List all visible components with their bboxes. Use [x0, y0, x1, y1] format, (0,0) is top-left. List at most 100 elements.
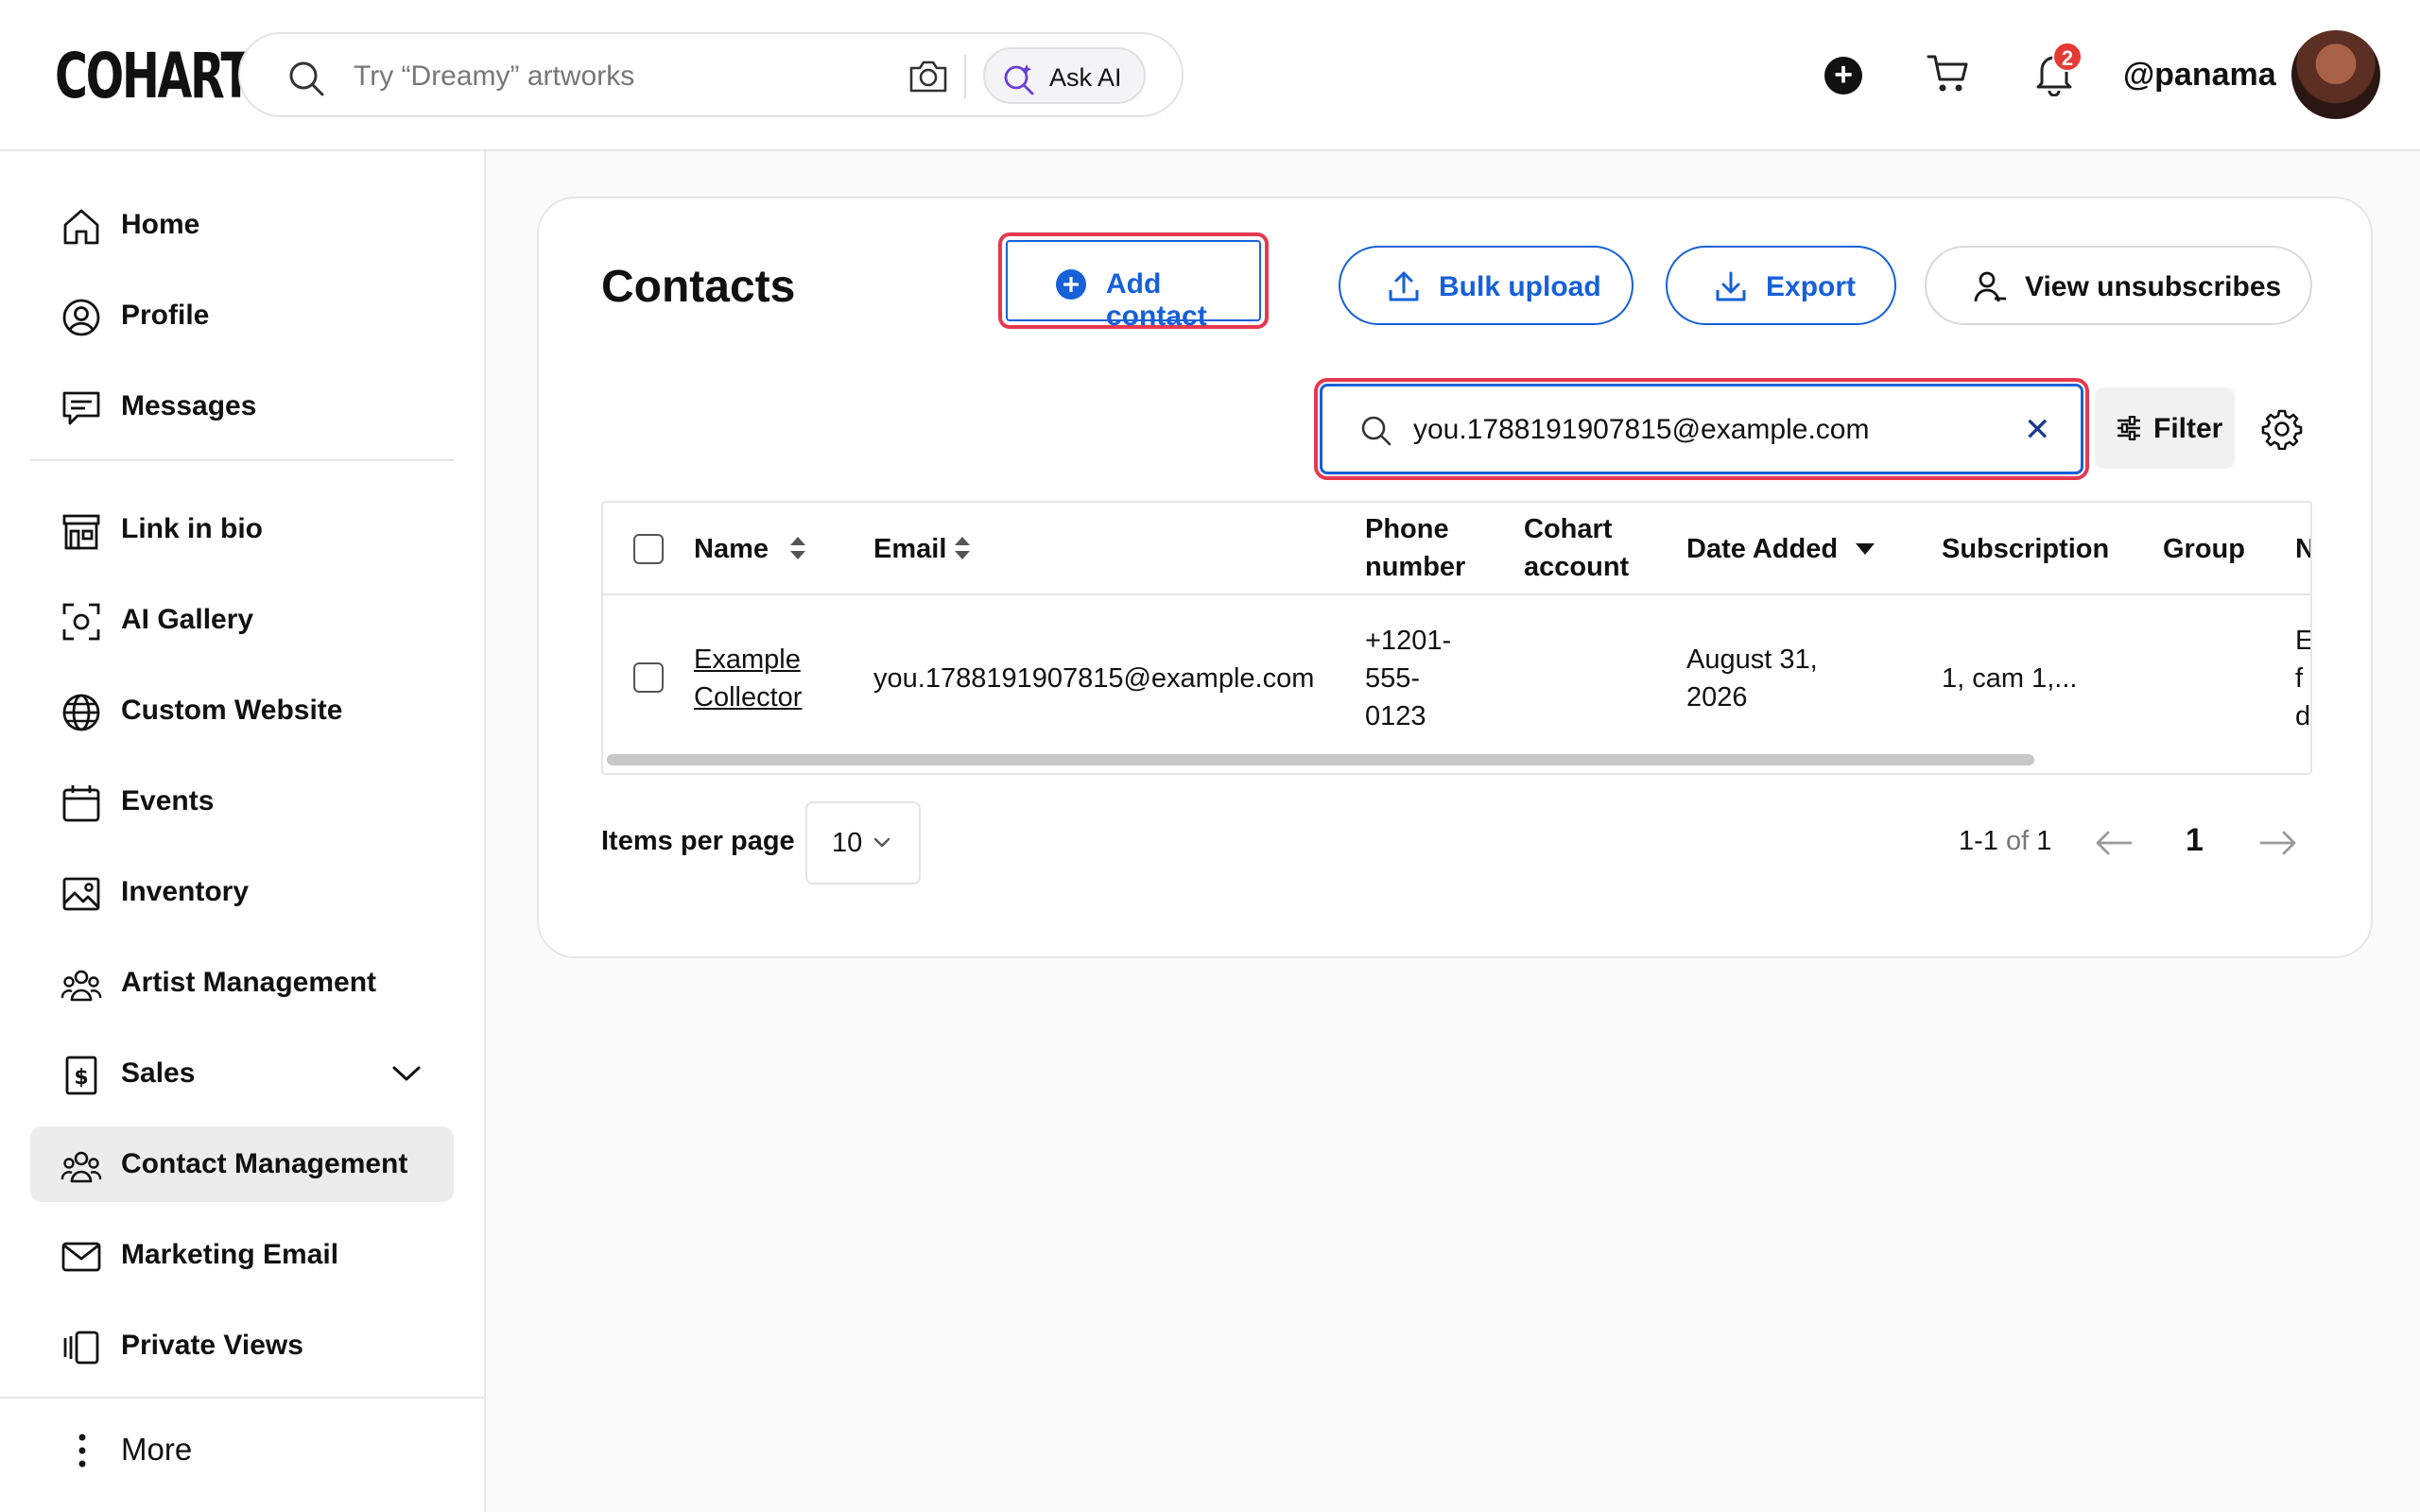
filter-label: Filter	[2153, 413, 2223, 444]
ask-ai-button[interactable]: Ask AI	[983, 47, 1146, 104]
contact-date-added: August 31,	[1686, 644, 1818, 675]
group-icon	[60, 1151, 102, 1183]
sort-icon[interactable]	[953, 535, 972, 561]
sidebar-item-profile[interactable]: Profile	[30, 278, 454, 353]
sidebar-item-label: Artist Management	[121, 967, 377, 998]
contact-subscription: 1, cam 1,...	[1942, 663, 2078, 694]
sort-icon[interactable]	[788, 535, 807, 561]
contact-date-added-line2: 2026	[1686, 682, 1748, 713]
sidebar-item-inventory[interactable]: Inventory	[30, 854, 454, 930]
contact-partial-col-line3: d	[2295, 701, 2311, 731]
search-placeholder[interactable]: Try “Dreamy” artworks	[354, 60, 634, 93]
more-vertical-icon	[78, 1434, 86, 1468]
contact-name-link[interactable]: Example	[694, 641, 801, 679]
sidebar-item-private-views[interactable]: Private Views	[30, 1308, 454, 1383]
profile-icon	[62, 299, 100, 336]
column-header-name[interactable]: Name	[694, 530, 769, 568]
sidebar-item-label: Events	[121, 785, 215, 816]
horizontal-scrollbar[interactable]	[607, 754, 2034, 765]
sidebar-item-sales[interactable]: $ Sales	[30, 1036, 454, 1111]
sidebar-item-marketing-email[interactable]: Marketing Email	[30, 1217, 454, 1293]
column-header-partial: N	[2295, 530, 2310, 568]
contact-phone: +1201-	[1365, 626, 1452, 656]
sidebar-item-ai-gallery[interactable]: AI Gallery	[30, 582, 454, 658]
view-unsubscribes-label: View unsubscribes	[2025, 271, 2282, 302]
more-label: More	[121, 1432, 193, 1467]
mail-icon	[61, 1242, 101, 1272]
cart-icon[interactable]	[1927, 53, 1970, 94]
export-button[interactable]: Export	[1666, 246, 1896, 325]
add-contact-button[interactable]: Add contact	[998, 232, 1269, 332]
sidebar-item-events[interactable]: Events	[30, 764, 454, 839]
clear-search-icon[interactable]: ✕	[2024, 411, 2051, 449]
bulk-upload-button[interactable]: Bulk upload	[1339, 246, 1634, 325]
sidebar-item-label: Private Views	[121, 1330, 303, 1361]
sidebar-item-label: Marketing Email	[121, 1239, 339, 1270]
sidebar-item-label: AI Gallery	[121, 604, 254, 635]
arrow-left-icon[interactable]	[2095, 830, 2133, 856]
contact-partial-col-line2: f	[2295, 663, 2304, 694]
dollar-doc-icon: $	[65, 1056, 97, 1095]
column-header-subscription: Subscription	[1942, 534, 2110, 564]
sidebar-item-label: Sales	[121, 1057, 196, 1089]
contact-search-input[interactable]	[1413, 407, 1999, 453]
sidebar-divider	[0, 1397, 486, 1399]
sidebar-item-contact-management[interactable]: Contact Management	[30, 1126, 454, 1202]
cohart-logo[interactable]: COHART	[55, 43, 251, 110]
range-total: 1	[2036, 826, 2052, 856]
arrow-right-icon[interactable]	[2259, 830, 2297, 856]
sidebar-item-messages[interactable]: Messages	[30, 369, 454, 444]
add-contact-label: Add contact	[1106, 268, 1207, 332]
filter-button[interactable]: Filter	[2095, 387, 2235, 469]
create-plus-icon[interactable]: +	[1824, 57, 1862, 94]
chevron-down-icon[interactable]	[391, 1062, 422, 1085]
camera-icon[interactable]	[908, 57, 949, 94]
range-of: of	[2005, 826, 2030, 856]
sidebar-item-link-in-bio[interactable]: Link in bio	[30, 491, 454, 567]
sidebar-item-label: Custom Website	[121, 695, 343, 726]
items-per-page-select[interactable]: 10	[805, 801, 921, 885]
storefront-icon	[62, 514, 100, 550]
sidebar: Home Profile Messages Link in bio AI Gal…	[0, 151, 486, 1512]
sidebar-item-custom-website[interactable]: Custom Website	[30, 673, 454, 748]
group-icon	[60, 970, 102, 1002]
sidebar-item-artist-management[interactable]: Artist Management	[30, 945, 454, 1021]
column-header-cohart-account-line2: account	[1524, 552, 1630, 582]
select-all-checkbox[interactable]	[633, 534, 664, 564]
search-icon	[1361, 416, 1392, 446]
gear-icon[interactable]	[2261, 408, 2303, 450]
current-page-number[interactable]: 1	[2186, 822, 2204, 859]
range-start: 1-1	[1959, 826, 1998, 856]
table-row[interactable]: Example Collector you.1788191907815@exam…	[603, 595, 2312, 756]
column-header-group: Group	[2163, 534, 2245, 564]
contact-phone-line3: 0123	[1365, 701, 1426, 731]
image-icon	[62, 877, 100, 911]
caret-down-icon[interactable]	[1855, 542, 1876, 556]
contacts-card: Contacts Add contact Bulk upload Export …	[537, 197, 2373, 958]
global-search-bar[interactable]: Try “Dreamy” artworks Ask AI	[238, 32, 1184, 117]
ask-ai-label: Ask AI	[1049, 63, 1122, 92]
top-header: COHART Try “Dreamy” artworks Ask AI + 2 …	[0, 0, 2420, 151]
sidebar-item-label: Link in bio	[121, 513, 263, 544]
contact-search-box[interactable]: ✕	[1314, 378, 2089, 480]
row-checkbox[interactable]	[633, 662, 664, 693]
contact-partial-col: E	[2295, 626, 2312, 656]
page-title: Contacts	[601, 262, 796, 312]
avatar[interactable]	[2291, 30, 2380, 119]
private-views-icon	[63, 1331, 99, 1365]
sidebar-item-home[interactable]: Home	[30, 187, 454, 263]
home-icon	[63, 209, 99, 245]
contact-email: you.1788191907815@example.com	[873, 663, 1315, 694]
contact-name-link-line2[interactable]: Collector	[694, 679, 802, 716]
items-per-page-label: Items per page	[601, 826, 795, 856]
sliders-icon	[2118, 416, 2140, 440]
username[interactable]: @panama	[2123, 57, 2276, 94]
column-header-date-added[interactable]: Date Added	[1686, 530, 1838, 568]
chevron-down-icon	[873, 837, 890, 848]
column-header-phone: Phone	[1365, 514, 1449, 544]
sidebar-more-button[interactable]: More	[30, 1413, 454, 1488]
view-unsubscribes-button[interactable]: View unsubscribes	[1925, 246, 2312, 325]
column-header-email[interactable]: Email	[873, 530, 946, 568]
sidebar-divider	[30, 459, 454, 461]
sidebar-item-label: Messages	[121, 390, 257, 421]
